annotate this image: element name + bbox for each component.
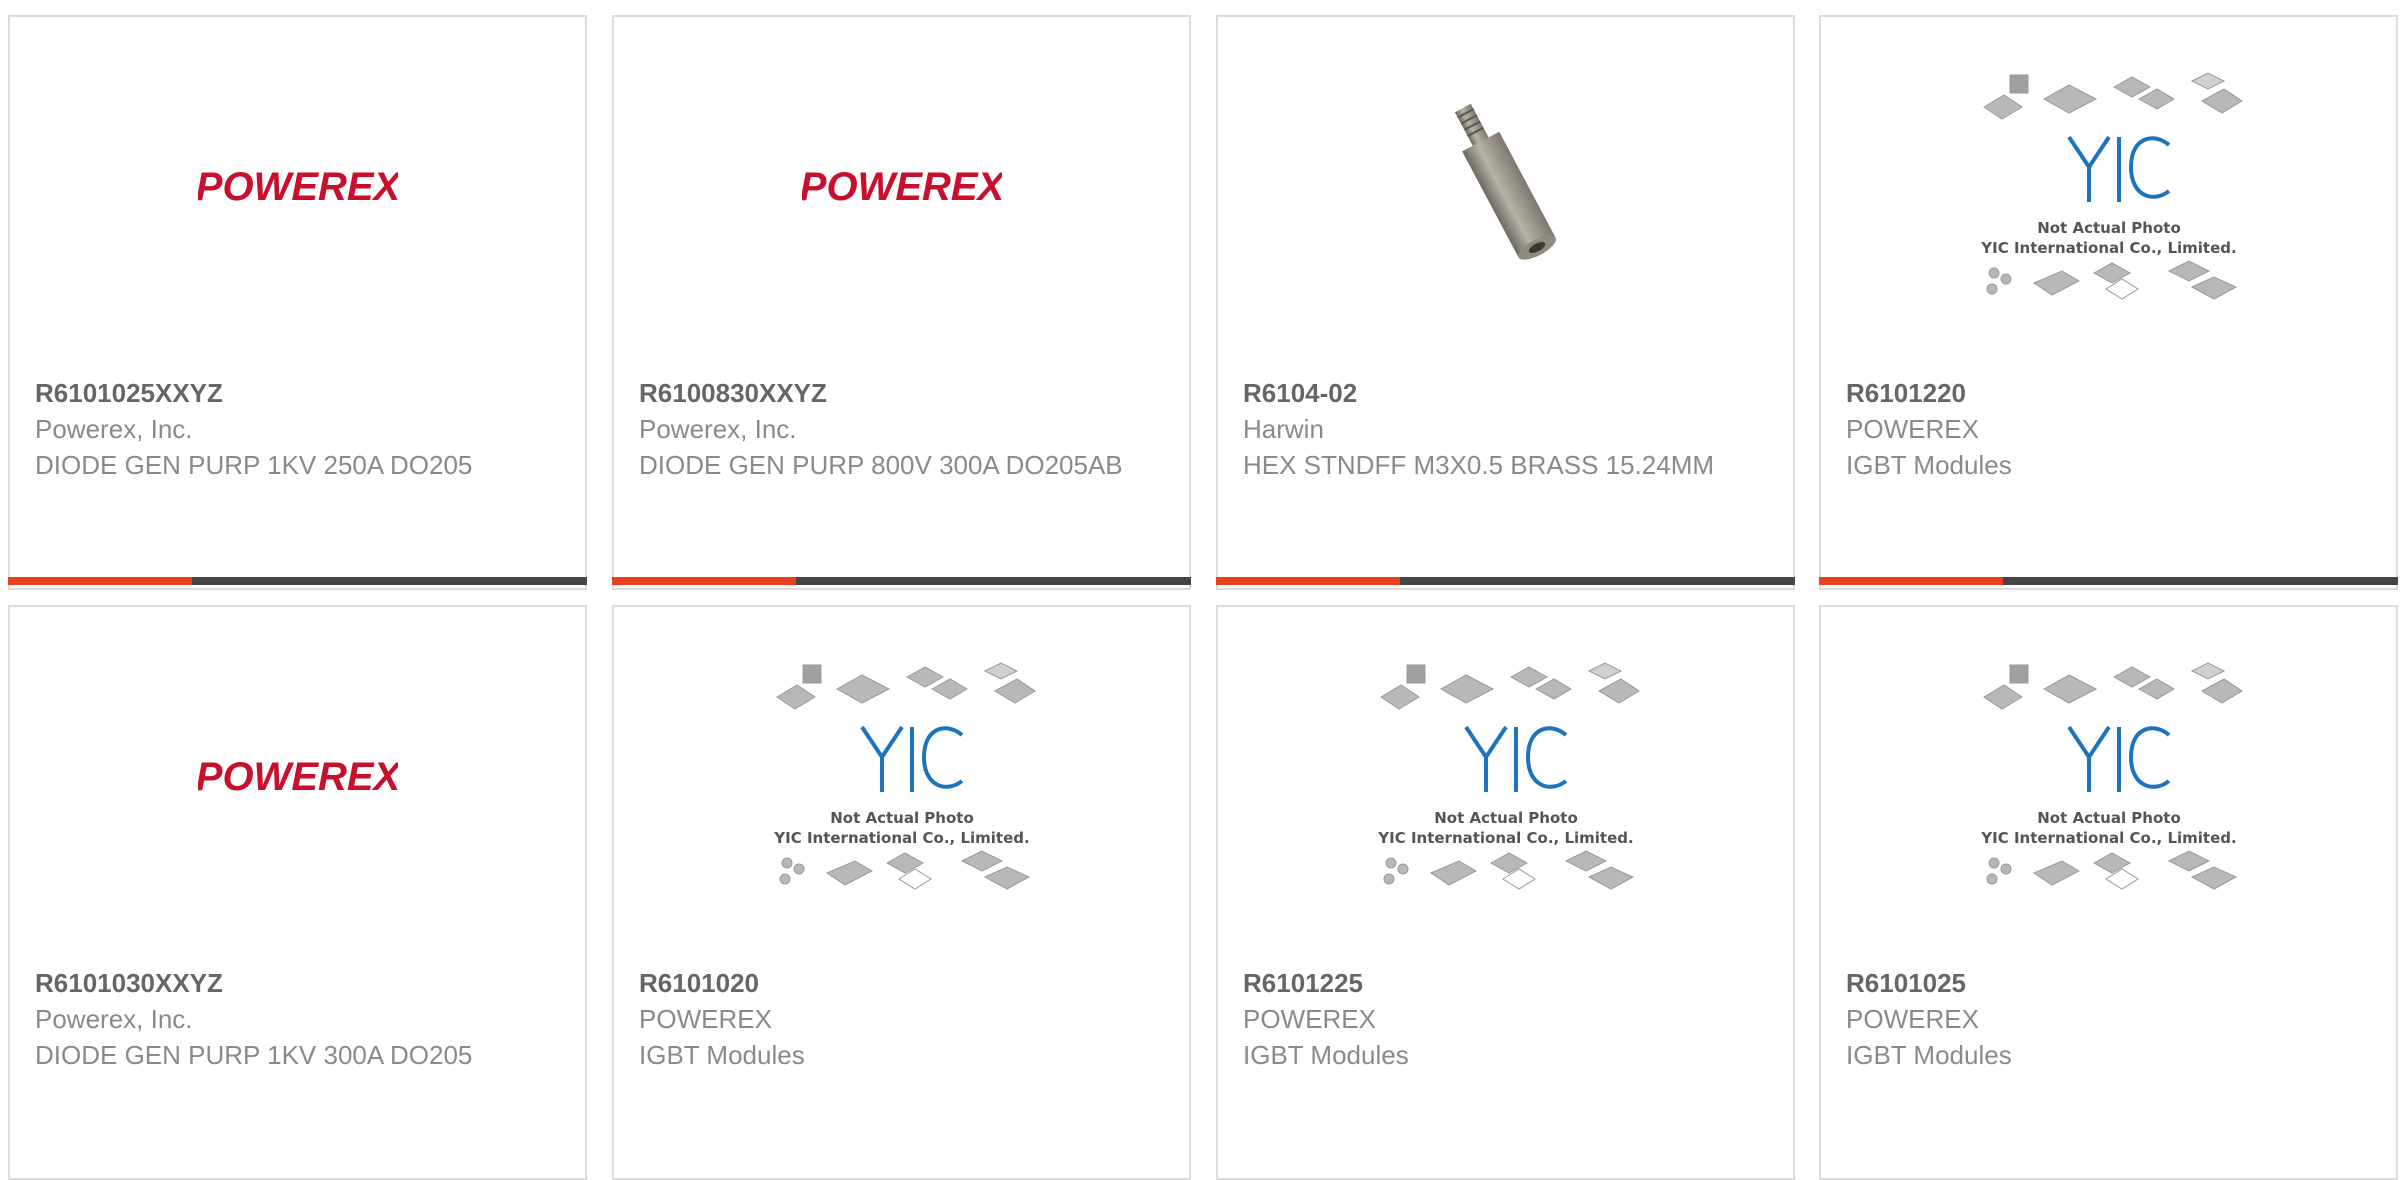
svg-text:Not Actual Photo: Not Actual Photo	[1434, 809, 1578, 827]
manufacturer: POWEREX	[1846, 1004, 1979, 1034]
description: DIODE GEN PURP 800V 300A DO205AB	[639, 450, 1123, 480]
manufacturer: POWEREX	[1243, 1004, 1376, 1034]
card-bottom-bar	[8, 577, 587, 585]
not-actual-photo-image: Not Actual Photo YIC International Co., …	[1980, 72, 2243, 300]
part-number[interactable]: R6104-02	[1243, 375, 1773, 411]
manufacturer: Powerex, Inc.	[35, 1004, 193, 1034]
description: IGBT Modules	[639, 1040, 805, 1070]
svg-text:YIC International Co., Limited: YIC International Co., Limited.	[773, 829, 1029, 847]
product-image[interactable]: POWEREX	[614, 17, 1189, 357]
product-card[interactable]: Not Actual Photo YIC International Co., …	[1819, 605, 2398, 1180]
product-card[interactable]: POWEREX R6100830XXYZ Powerex, Inc. DIODE…	[612, 15, 1191, 590]
manufacturer: POWEREX	[1846, 414, 1979, 444]
description: DIODE GEN PURP 1KV 300A DO205	[35, 1040, 473, 1070]
description: HEX STNDFF M3X0.5 BRASS 15.24MM	[1243, 450, 1715, 480]
product-image[interactable]: Not Actual Photo YIC International Co., …	[1821, 17, 2396, 357]
description: DIODE GEN PURP 1KV 250A DO205	[35, 450, 473, 480]
powerex-logo: POWEREX	[198, 755, 398, 799]
svg-text:YIC International Co., Limited: YIC International Co., Limited.	[1980, 239, 2236, 257]
product-card[interactable]: R6104-02 Harwin HEX STNDFF M3X0.5 BRASS …	[1216, 15, 1795, 590]
svg-text:Not Actual Photo: Not Actual Photo	[2037, 809, 2181, 827]
product-card[interactable]: Not Actual Photo YIC International Co., …	[1819, 15, 2398, 590]
not-actual-photo-image: Not Actual Photo YIC International Co., …	[1980, 662, 2243, 890]
part-number[interactable]: R6101030XXYZ	[35, 965, 565, 1001]
part-number[interactable]: R6101225	[1243, 965, 1773, 1001]
svg-text:YIC International Co., Limited: YIC International Co., Limited.	[1377, 829, 1633, 847]
product-card[interactable]: POWEREX R6101030XXYZ Powerex, Inc. DIODE…	[8, 605, 587, 1180]
description: IGBT Modules	[1846, 450, 2012, 480]
not-actual-photo-image: Not Actual Photo YIC International Co., …	[773, 662, 1036, 890]
standoff-photo	[1405, 77, 1606, 297]
product-image[interactable]: Not Actual Photo YIC International Co., …	[614, 607, 1189, 947]
svg-text:POWEREX: POWEREX	[198, 165, 398, 209]
svg-text:Not Actual Photo: Not Actual Photo	[2037, 219, 2181, 237]
powerex-logo: POWEREX	[802, 165, 1002, 209]
card-accent	[1216, 577, 1400, 585]
manufacturer: Powerex, Inc.	[35, 414, 193, 444]
product-image[interactable]: Not Actual Photo YIC International Co., …	[1218, 607, 1793, 947]
card-accent	[612, 577, 796, 585]
card-accent	[8, 577, 192, 585]
description: IGBT Modules	[1243, 1040, 1409, 1070]
manufacturer: Powerex, Inc.	[639, 414, 797, 444]
product-card[interactable]: Not Actual Photo YIC International Co., …	[1216, 605, 1795, 1180]
product-grid: POWEREX R6101025XXYZ Powerex, Inc. DIODE…	[0, 0, 2400, 1180]
part-number[interactable]: R6101020	[639, 965, 1169, 1001]
not-actual-photo-image: Not Actual Photo YIC International Co., …	[1377, 662, 1640, 890]
card-accent	[1819, 577, 2003, 585]
manufacturer: Harwin	[1243, 414, 1324, 444]
svg-text:YIC International Co., Limited: YIC International Co., Limited.	[1980, 829, 2236, 847]
svg-text:POWEREX: POWEREX	[198, 755, 398, 799]
svg-text:POWEREX: POWEREX	[802, 165, 1002, 209]
product-image[interactable]	[1218, 17, 1793, 357]
product-image[interactable]: POWEREX	[10, 607, 585, 947]
powerex-logo: POWEREX	[198, 165, 398, 209]
part-number[interactable]: R6101025XXYZ	[35, 375, 565, 411]
card-bottom-bar	[612, 577, 1191, 585]
part-number[interactable]: R6101025	[1846, 965, 2376, 1001]
product-image[interactable]: Not Actual Photo YIC International Co., …	[1821, 607, 2396, 947]
product-card[interactable]: Not Actual Photo YIC International Co., …	[612, 605, 1191, 1180]
product-card[interactable]: POWEREX R6101025XXYZ Powerex, Inc. DIODE…	[8, 15, 587, 590]
product-image[interactable]: POWEREX	[10, 17, 585, 357]
svg-text:Not Actual Photo: Not Actual Photo	[830, 809, 974, 827]
part-number[interactable]: R6100830XXYZ	[639, 375, 1169, 411]
manufacturer: POWEREX	[639, 1004, 772, 1034]
card-bottom-bar	[1819, 577, 2398, 585]
description: IGBT Modules	[1846, 1040, 2012, 1070]
part-number[interactable]: R6101220	[1846, 375, 2376, 411]
card-bottom-bar	[1216, 577, 1795, 585]
